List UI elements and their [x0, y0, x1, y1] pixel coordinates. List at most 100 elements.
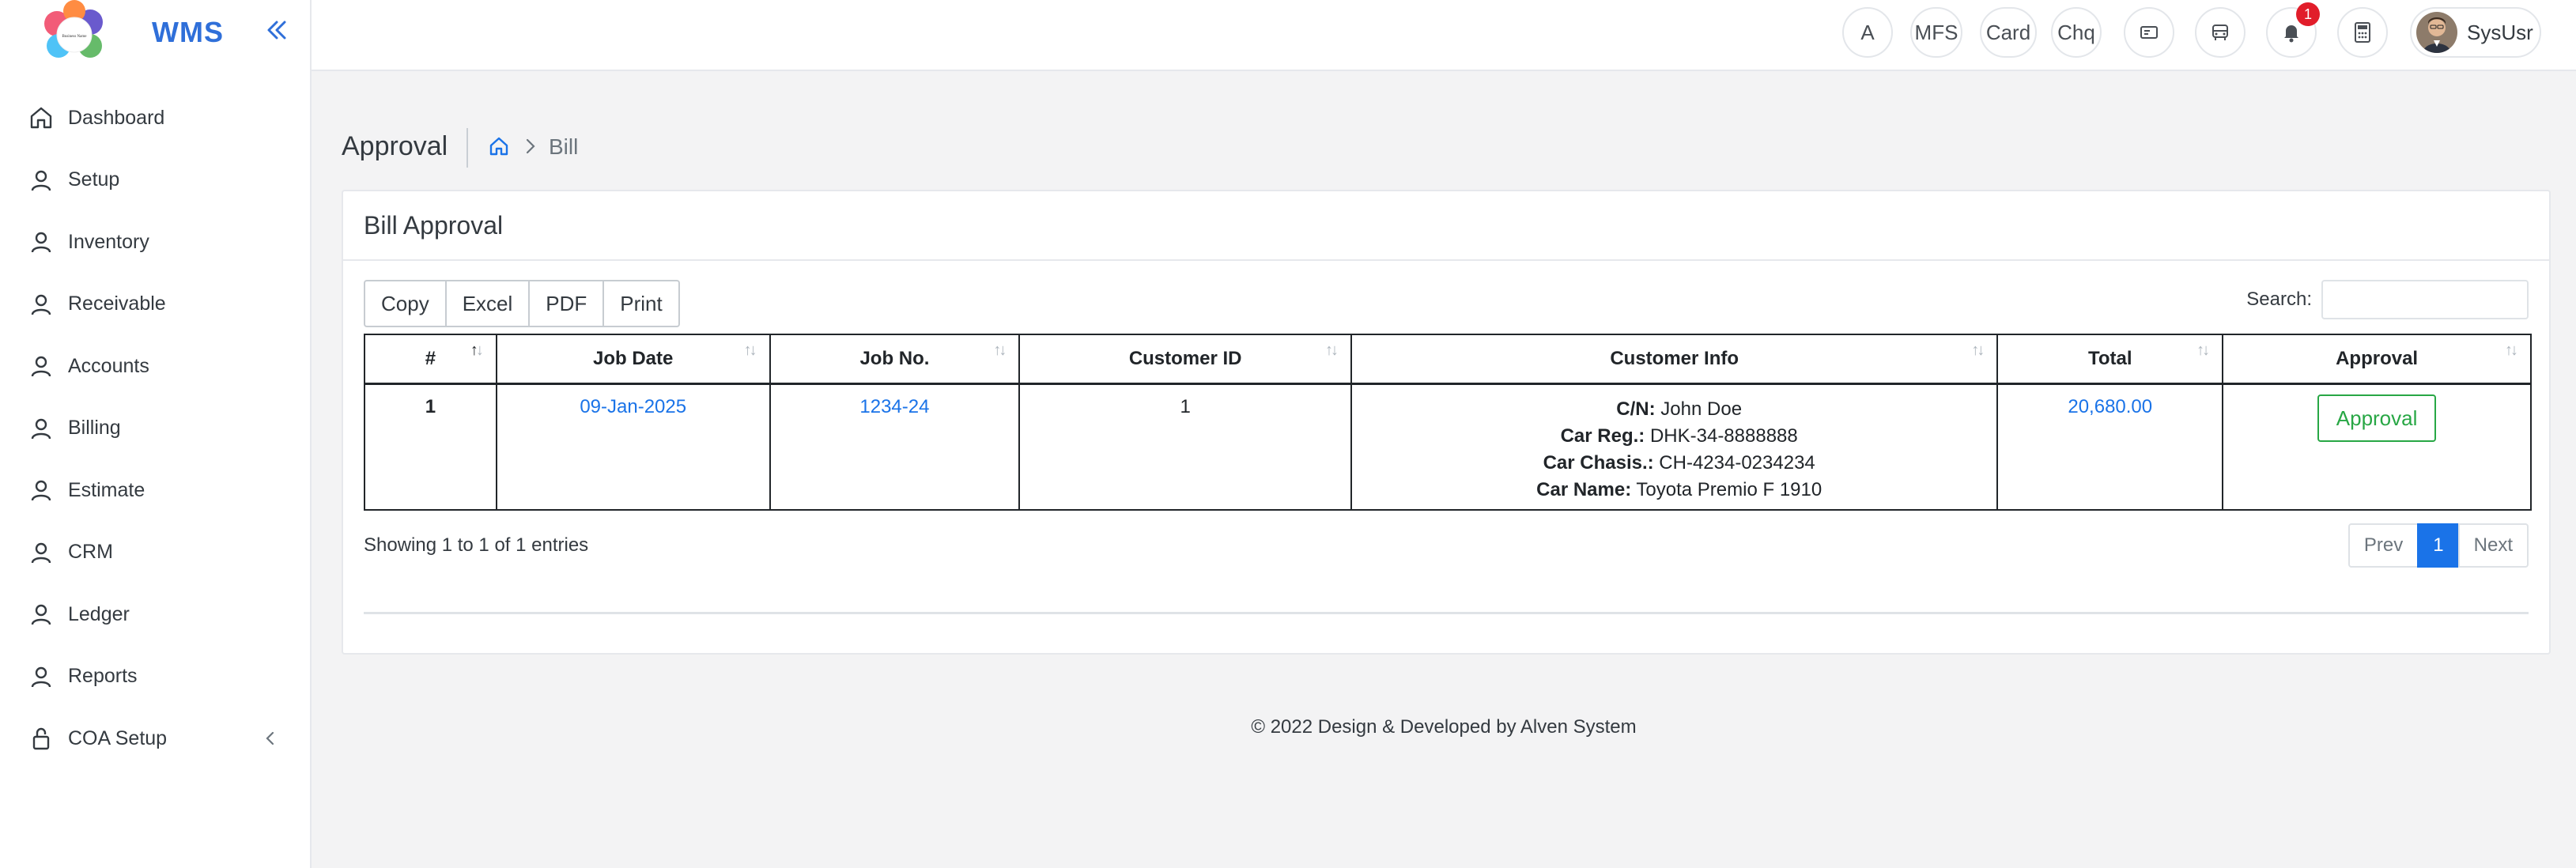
breadcrumb-current: Bill — [549, 134, 579, 159]
lock-icon — [27, 724, 55, 753]
sidebar-item-coa-setup[interactable]: COA Setup — [0, 708, 310, 770]
user-icon — [27, 538, 55, 567]
sidebar-item-dashboard[interactable]: Dashboard — [0, 87, 310, 149]
sort-icon[interactable]: ↑↓ — [744, 342, 757, 360]
export-buttons: Copy Excel PDF Print — [364, 280, 680, 327]
sidebar-item-billing[interactable]: Billing — [0, 398, 310, 460]
print-button[interactable]: Print — [602, 280, 680, 327]
customer-name-line: C/N: John Doe — [1362, 396, 1996, 423]
cell-total: 20,680.00 — [1996, 383, 2224, 511]
car-name-value: Toyota Premio F 1910 — [1636, 478, 1822, 500]
column-label: # — [425, 347, 436, 369]
pdf-button[interactable]: PDF — [528, 280, 605, 327]
job-no-link[interactable]: 1234-24 — [859, 396, 929, 417]
car-name-line: Car Name: Toyota Premio F 1910 — [1362, 477, 1996, 504]
table-search: Search: — [2246, 280, 2529, 319]
user-icon — [27, 352, 55, 380]
user-icon — [27, 476, 55, 504]
footer: © 2022 Design & Developed by Alven Syste… — [1251, 716, 1637, 738]
sidebar-item-label: Inventory — [68, 230, 149, 253]
total-link[interactable]: 20,680.00 — [2068, 396, 2152, 417]
sidebar-item-inventory[interactable]: Inventory — [0, 211, 310, 274]
breadcrumb-divider — [466, 128, 468, 168]
card-header: Bill Approval — [343, 191, 2549, 261]
table-info: Showing 1 to 1 of 1 entries — [364, 534, 589, 556]
bill-approval-card: Bill Approval Copy Excel PDF Print Searc… — [342, 190, 2551, 655]
customer-name-label: C/N: — [1616, 398, 1656, 420]
page-title: Approval — [342, 131, 448, 161]
sidebar-item-setup[interactable]: Setup — [0, 149, 310, 212]
search-input[interactable] — [2321, 280, 2529, 319]
cell-index: 1 — [364, 383, 497, 511]
table-row: 1 09-Jan-2025 1234-24 1 C/N: John Doe Ca… — [364, 383, 2532, 511]
mfs-button[interactable]: MFS — [1910, 7, 1962, 58]
excel-button[interactable]: Excel — [444, 280, 531, 327]
cell-job-date: 09-Jan-2025 — [495, 383, 771, 511]
sidebar-item-label: CRM — [68, 541, 113, 564]
collapse-sidebar-icon[interactable] — [261, 14, 293, 46]
calculator-icon — [2355, 22, 2370, 43]
column-label: Job No. — [859, 347, 930, 369]
id-card-icon — [2140, 26, 2158, 39]
sidebar-item-label: Accounts — [68, 354, 149, 377]
page-1-button[interactable]: 1 — [2417, 523, 2460, 568]
next-page-button[interactable]: Next — [2457, 523, 2529, 568]
job-date-link[interactable]: 09-Jan-2025 — [580, 396, 686, 417]
sidebar-item-ledger[interactable]: Ledger — [0, 583, 310, 646]
customer-name-value: John Doe — [1660, 398, 1743, 420]
user-icon — [27, 290, 55, 319]
column-header-job-no[interactable]: Job No. ↑↓ — [769, 334, 1021, 385]
sort-icon[interactable]: ↑↓ — [993, 342, 1007, 360]
car-reg-value: DHK-34-8888888 — [1649, 425, 1798, 447]
calculator-button[interactable] — [2337, 7, 2388, 58]
column-label: Customer Info — [1610, 347, 1739, 369]
cell-job-no: 1234-24 — [769, 383, 1021, 511]
user-icon — [27, 166, 55, 194]
chq-button[interactable]: Chq — [2051, 7, 2102, 58]
id-card-button[interactable] — [2124, 7, 2174, 58]
sort-asc-icon[interactable]: ↑↓ — [470, 342, 484, 360]
sidebar-item-crm[interactable]: CRM — [0, 522, 310, 584]
column-header-total[interactable]: Total ↑↓ — [1996, 334, 2224, 385]
sort-icon[interactable]: ↑↓ — [1971, 342, 1985, 360]
business-logo[interactable]: Business Name — [35, 0, 114, 66]
sidebar-item-label: Receivable — [68, 292, 166, 315]
user-icon — [27, 228, 55, 256]
column-header-approval[interactable]: Approval ↑↓ — [2222, 334, 2532, 385]
breadcrumb-home-icon[interactable] — [487, 134, 511, 158]
app-title[interactable]: WMS — [152, 16, 224, 49]
bell-icon — [2284, 25, 2298, 43]
column-header-customer-info[interactable]: Customer Info ↑↓ — [1350, 334, 1999, 385]
column-header-job-date[interactable]: Job Date ↑↓ — [495, 334, 771, 385]
a-button[interactable]: A — [1842, 7, 1893, 58]
topbar: A MFS Card Chq 1 SysUsr — [312, 0, 2576, 71]
column-label: Customer ID — [1128, 347, 1242, 369]
copy-button[interactable]: Copy — [364, 280, 447, 327]
cell-customer-id: 1 — [1018, 383, 1353, 511]
chevron-left-icon[interactable] — [261, 729, 280, 748]
sidebar-item-accounts[interactable]: Accounts — [0, 335, 310, 398]
card-button[interactable]: Card — [1980, 7, 2037, 58]
column-header-customer-id[interactable]: Customer ID ↑↓ — [1018, 334, 1353, 385]
approval-button[interactable]: Approval — [2317, 394, 2437, 442]
sort-icon[interactable]: ↑↓ — [1325, 342, 1339, 360]
column-header-index[interactable]: # ↑↓ — [364, 334, 497, 385]
sidebar-item-reports[interactable]: Reports — [0, 646, 310, 708]
sidebar-item-estimate[interactable]: Estimate — [0, 459, 310, 522]
user-menu[interactable]: SysUsr — [2410, 7, 2541, 58]
sort-icon[interactable]: ↑↓ — [2196, 342, 2210, 360]
sidebar-item-label: Billing — [68, 417, 121, 440]
prev-page-button[interactable]: Prev — [2347, 523, 2419, 568]
logo-text: Business Name — [62, 35, 88, 39]
car-button[interactable] — [2195, 7, 2246, 58]
notifications-button[interactable]: 1 — [2266, 2, 2320, 58]
column-label: Approval — [2336, 347, 2419, 369]
cell-customer-info: C/N: John Doe Car Reg.: DHK-34-8888888 C… — [1350, 383, 1999, 511]
sort-icon[interactable]: ↑↓ — [2505, 342, 2518, 360]
user-icon — [27, 600, 55, 628]
car-name-label: Car Name: — [1536, 478, 1632, 500]
bill-table: # ↑↓ Job Date ↑↓ Job No. ↑↓ Customer ID ↑↓ C… — [364, 334, 2532, 511]
card-title: Bill Approval — [364, 210, 504, 240]
sidebar-item-receivable[interactable]: Receivable — [0, 274, 310, 336]
car-icon — [2212, 25, 2228, 40]
